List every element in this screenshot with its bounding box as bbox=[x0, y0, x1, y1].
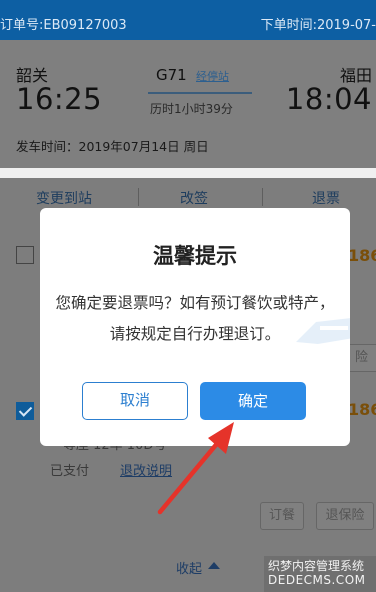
route-line bbox=[148, 92, 252, 94]
train-info-card: 韶关 福田 16:25 18:04 G71 经停站 历时1小时39分 发车时间：… bbox=[0, 40, 376, 168]
dialog-message: 您确定要退票吗？如有预订餐饮或特产，请按规定自行办理退订。 bbox=[55, 294, 335, 343]
payment-status: 已支付 bbox=[50, 464, 90, 479]
arrive-time: 18:04 bbox=[285, 82, 372, 116]
order-header-bar: 订单号:EB09127003 下单时间:2019-07- bbox=[0, 0, 376, 40]
order-time: 下单时间:2019-07- bbox=[260, 18, 376, 33]
depart-date: 发车时间：2019年07月14日 周日 bbox=[16, 139, 209, 154]
tab-divider bbox=[262, 188, 263, 206]
insurance-button-partial[interactable]: 险 bbox=[346, 344, 376, 372]
passenger-checkbox-checked[interactable] bbox=[16, 402, 34, 420]
tab-divider bbox=[138, 188, 139, 206]
trip-duration: 历时1小时39分 bbox=[150, 102, 233, 116]
tab-change-station[interactable]: 变更到站 bbox=[36, 188, 92, 208]
dialog-title: 温馨提示 bbox=[153, 244, 237, 268]
insurance-button-label: 险 bbox=[354, 350, 368, 365]
order-number: 订单号:EB09127003 bbox=[0, 18, 127, 33]
depart-time: 16:25 bbox=[16, 82, 103, 116]
tab-refund[interactable]: 退票 bbox=[312, 188, 340, 208]
refund-insurance-button[interactable]: 退保险 bbox=[316, 502, 374, 530]
annotation-arrow-icon bbox=[157, 422, 234, 515]
stops-link[interactable]: 经停站 bbox=[196, 68, 229, 84]
collapse-link[interactable]: 收起 bbox=[176, 558, 202, 577]
order-meal-button[interactable]: 订餐 bbox=[260, 502, 304, 530]
watermark-title: 织梦内容管理系统 bbox=[268, 559, 365, 573]
train-number: G71 bbox=[156, 66, 187, 84]
tab-reschedule[interactable]: 改签 bbox=[180, 188, 208, 208]
ticket-price: 186 bbox=[348, 246, 376, 265]
site-watermark: 织梦内容管理系统 DEDECMS.COM bbox=[264, 556, 376, 592]
watermark-domain: DEDECMS.COM bbox=[268, 573, 366, 587]
ticket-price: 186 bbox=[348, 400, 376, 419]
passenger-checkbox[interactable] bbox=[16, 246, 34, 264]
caret-up-icon[interactable] bbox=[208, 562, 220, 569]
